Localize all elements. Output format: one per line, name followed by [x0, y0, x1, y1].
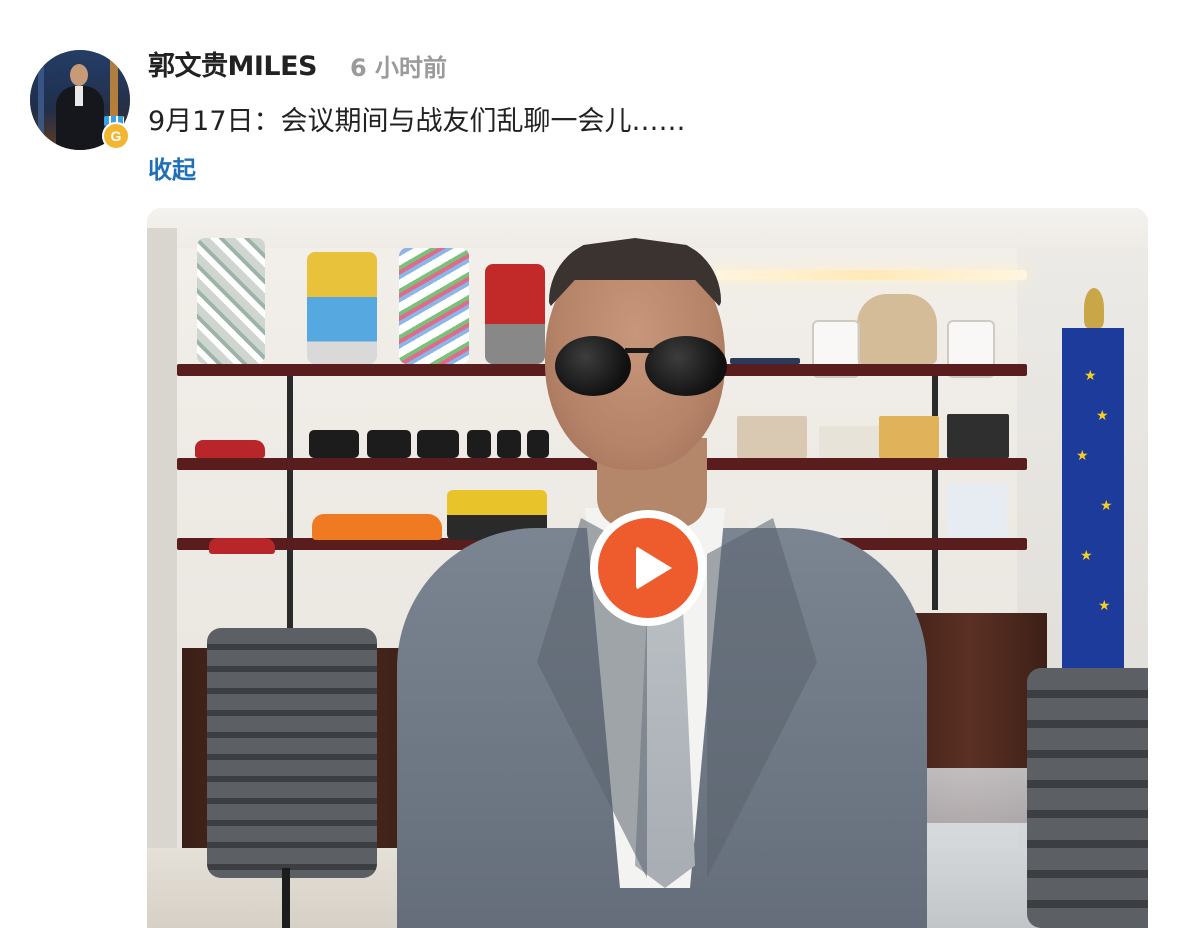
model-car	[312, 514, 442, 540]
video-scene-left-wall	[147, 228, 177, 928]
shelf-bracket	[287, 470, 293, 538]
shelf-bracket	[287, 376, 293, 458]
username[interactable]: 郭文贵MILES	[148, 44, 318, 83]
box	[737, 416, 807, 458]
figurine	[197, 238, 265, 364]
play-button[interactable]	[590, 510, 706, 626]
model-car	[195, 440, 265, 458]
collapse-link[interactable]: 收起	[148, 150, 196, 185]
video-scene-light	[707, 270, 1027, 280]
post-text: 9月17日：会议期间与战友们乱聊一会儿……	[148, 106, 686, 137]
shelf-bracket	[932, 550, 938, 610]
chair-leg	[282, 868, 290, 928]
star-icon: ★	[1076, 448, 1089, 464]
star-icon: ★	[1100, 498, 1113, 514]
sunglasses-lens	[645, 336, 727, 396]
post-card: G 郭文贵MILES 6 小时前 9月17日：会议期间与战友们乱聊一会儿…… 收…	[0, 0, 1200, 928]
flag-finial	[1084, 288, 1104, 328]
camera-lens	[467, 430, 491, 458]
camera-lens	[527, 430, 549, 458]
office-chair	[207, 628, 377, 878]
star-icon: ★	[1080, 548, 1093, 564]
camera	[367, 430, 411, 458]
office-chair	[1027, 668, 1148, 928]
book-stack	[947, 414, 1009, 458]
camera-lens	[497, 430, 521, 458]
avatar-figure-head	[70, 64, 88, 86]
figurine	[485, 264, 545, 364]
video-player[interactable]: ★ ★ ★ ★ ★ ★	[147, 208, 1148, 928]
book-stack	[947, 484, 1007, 538]
star-icon: ★	[1098, 598, 1111, 614]
sunglasses-bridge	[625, 348, 653, 353]
figurine	[399, 248, 469, 364]
avatar-figure-shirt	[75, 86, 83, 106]
play-icon	[636, 546, 672, 590]
shelf-bracket	[932, 470, 938, 538]
star-icon: ★	[1096, 408, 1109, 424]
star-icon: ★	[1084, 368, 1097, 384]
model-car	[209, 538, 275, 554]
horse-statue	[857, 294, 937, 364]
book-stack	[819, 426, 881, 458]
shelf-bracket	[287, 550, 293, 630]
play-button-circle	[598, 518, 698, 618]
sunglasses-lens	[555, 336, 631, 396]
post-timestamp: 6 小时前	[350, 54, 448, 82]
shelf-bracket	[932, 376, 938, 416]
camera	[309, 430, 359, 458]
box	[879, 416, 939, 458]
camera	[417, 430, 459, 458]
figurine	[307, 252, 377, 364]
flag: ★ ★ ★ ★ ★ ★	[1062, 328, 1124, 678]
verified-badge-icon: G	[102, 122, 130, 150]
